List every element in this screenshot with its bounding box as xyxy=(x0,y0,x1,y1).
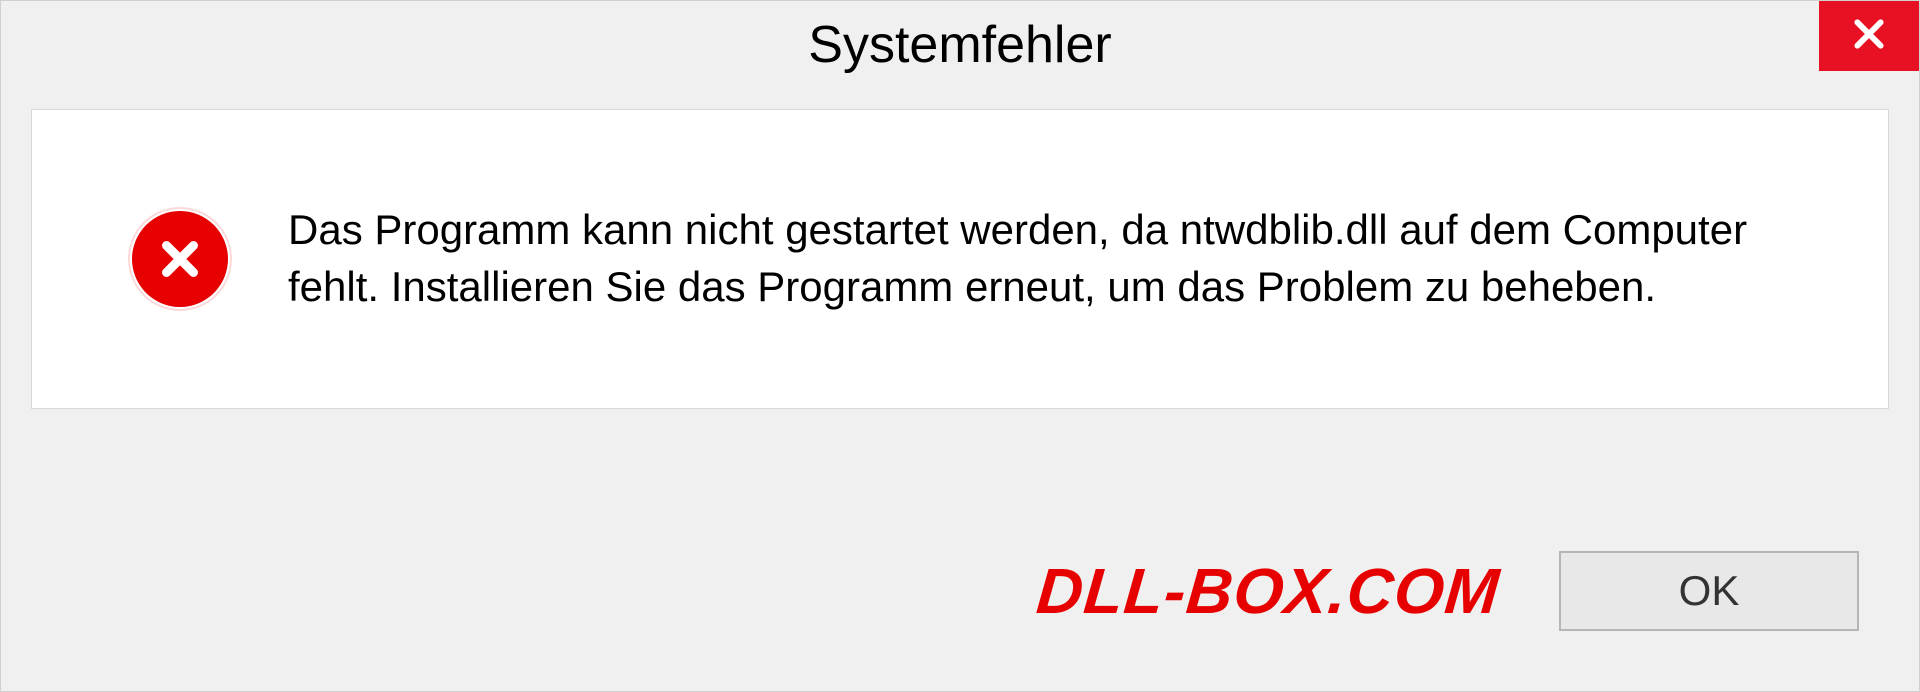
ok-button[interactable]: OK xyxy=(1559,551,1859,631)
titlebar: Systemfehler xyxy=(1,1,1919,89)
error-icon xyxy=(132,211,228,307)
error-message: Das Programm kann nicht gestartet werden… xyxy=(288,202,1798,315)
close-icon xyxy=(1849,14,1889,59)
dialog-title: Systemfehler xyxy=(808,15,1111,75)
watermark-text: DLL-BOX.COM xyxy=(1033,554,1502,628)
dialog-footer: DLL-BOX.COM OK xyxy=(1,521,1919,691)
error-dialog: Systemfehler Das Programm kann nicht ges… xyxy=(0,0,1920,692)
close-button[interactable] xyxy=(1819,1,1919,71)
message-panel: Das Programm kann nicht gestartet werden… xyxy=(31,109,1889,409)
